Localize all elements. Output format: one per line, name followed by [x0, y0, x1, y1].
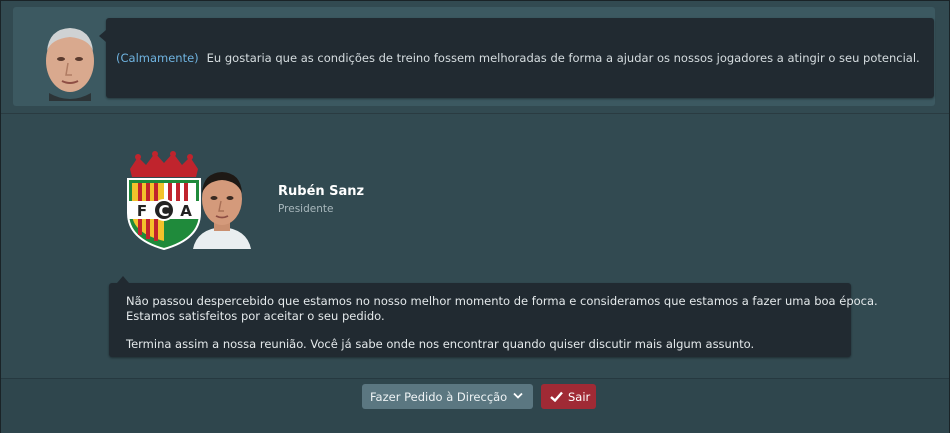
manager-avatar: [46, 28, 94, 101]
request-to-board-label: Fazer Pedido à Direcção: [370, 389, 508, 404]
response-line-3: Termina assim a nossa reunião. Você já s…: [126, 337, 755, 351]
crest-letter-f: F: [137, 202, 147, 220]
tone-label: (Calmamente): [116, 51, 199, 65]
chairman-speech-bubble: Não passou despercebido que estamos no n…: [109, 276, 878, 357]
action-bar: Fazer Pedido à Direcção Sair: [1, 378, 949, 433]
meeting-screen: (Calmamente) Eu gostaria que as condições…: [0, 0, 950, 433]
response-line-2: Estamos satisfeitos por aceitar o seu pe…: [126, 309, 385, 323]
chairman-avatar: [193, 172, 251, 249]
request-to-board-button[interactable]: Fazer Pedido à Direcção: [362, 384, 533, 409]
chevron-down-icon: [513, 392, 523, 399]
manager-speech-bubble: (Calmamente) Eu gostaria que as condições…: [99, 18, 934, 98]
exit-label: Sair: [568, 389, 591, 404]
statement-text: Eu gostaria que as condições de treino f…: [206, 51, 920, 65]
check-icon: [550, 391, 563, 402]
chairman-role: Presidente: [278, 203, 334, 215]
manager-statement: (Calmamente) Eu gostaria que as condições…: [116, 51, 924, 65]
exit-button[interactable]: Sair: [541, 384, 596, 409]
chairman-name: Rubén Sanz: [278, 184, 365, 199]
divider: [1, 113, 949, 114]
response-line-1: Não passou despercebido que estamos no n…: [126, 294, 878, 308]
crest-letter-c: C: [158, 202, 169, 220]
